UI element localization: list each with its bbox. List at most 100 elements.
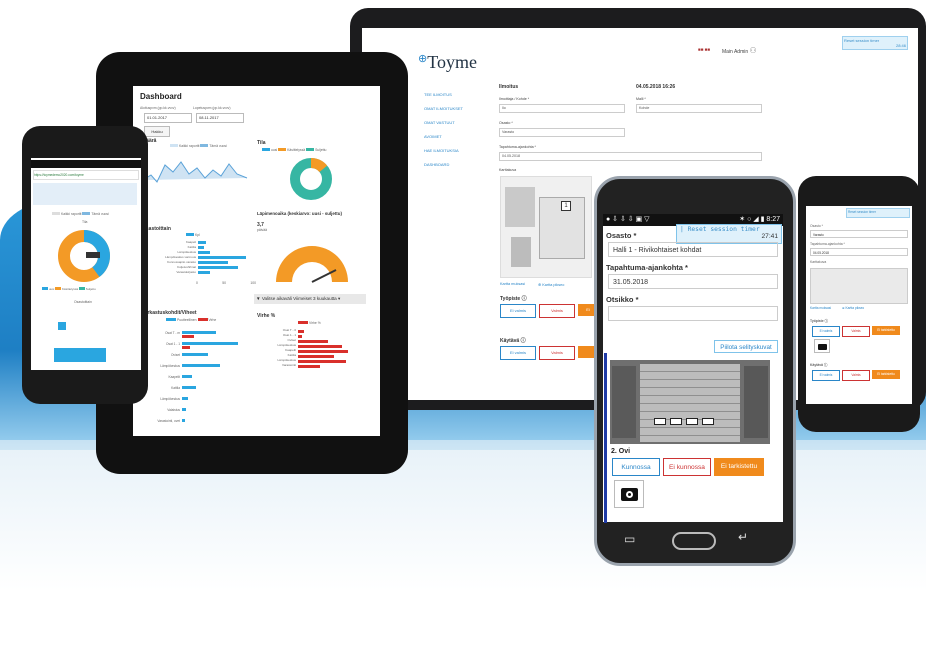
chart-legend: Puutteellinen Virhe xyxy=(166,318,216,322)
bar-title: Osastoittain xyxy=(74,300,92,304)
status-button[interactable]: Ei valmis xyxy=(500,304,536,318)
status-button[interactable]: Valmis xyxy=(842,326,870,337)
period-select[interactable]: ▼ Valitse aikaväli Viimeiset 3 kuukautta… xyxy=(254,294,366,304)
brand-name: Toyme xyxy=(427,52,477,72)
status-button[interactable]: Valmis xyxy=(842,370,870,381)
status-button[interactable]: Ei tarkistettu xyxy=(872,370,900,379)
field-input[interactable]: Varasto xyxy=(810,230,908,238)
field-input[interactable]: 04.05.2018 xyxy=(810,248,908,256)
home-button[interactable] xyxy=(672,532,716,550)
chart-title: Tila xyxy=(82,220,88,224)
field-input[interactable]: Ilo xyxy=(499,104,625,113)
language-flags[interactable]: ■■ ■■ xyxy=(698,47,710,52)
chart-legend: Kpl xyxy=(186,233,200,237)
not-checked-button[interactable]: Ei tarkistettu xyxy=(714,458,764,476)
line-chart xyxy=(143,161,248,183)
browser-url-bar[interactable]: https://toymedemo2020.com/toyme xyxy=(33,170,139,180)
nav-item[interactable]: DASHBOARD xyxy=(424,162,494,167)
bar xyxy=(198,266,238,269)
back-icon[interactable]: ↵ xyxy=(738,530,748,544)
map-button[interactable]: ⊕ Kartta pikseo xyxy=(842,306,864,310)
session-timer[interactable]: | Reset session timer 27:41 xyxy=(676,224,782,244)
ok-button[interactable]: Kunnossa xyxy=(612,458,660,476)
section-label: Työpiste ⓘ xyxy=(810,319,829,323)
nav-item[interactable]: OMAT VASTUUT xyxy=(424,120,494,125)
timer-value: 27:41 xyxy=(761,233,778,240)
pie-legend: uusi Käsittelyssä Suljettu xyxy=(42,287,96,291)
chart6-categories: Osat T - 0 Osat 1 - 1 Oviset Lämpökeskus Kaa… xyxy=(277,328,296,367)
field-label: Osasto * xyxy=(499,121,513,125)
field-label: Ilmoittaja / Kohde * xyxy=(499,97,530,101)
floor-map[interactable] xyxy=(810,268,908,304)
title-input[interactable] xyxy=(608,306,778,321)
field-label: Tapahtuma-ajankohta * xyxy=(499,145,536,149)
status-button[interactable]: Ei valmis xyxy=(500,346,536,360)
chart-legend: Kaikki raportit Tämä vuosi xyxy=(52,212,109,216)
status-button[interactable]: Ei tarkistettu xyxy=(872,326,900,335)
door-photo xyxy=(610,360,770,444)
hide-images-button[interactable]: Piilota selityskuvat xyxy=(714,340,778,353)
search-button[interactable]: Hakku xyxy=(144,126,170,137)
laptop-sidebar-nav: TEE ILMOITUS OMAT ILMOITUKSET OMAT VASTU… xyxy=(424,92,494,176)
chart-legend: Kaikki raportit Tämä vuosi xyxy=(170,144,227,148)
status-icons-left: ● ⇩ ⇩ ⇩ ▣ ▽ xyxy=(606,216,650,223)
nav-item[interactable]: HAE ILMOITUKSIA xyxy=(424,148,494,153)
recent-apps-icon[interactable]: ▭ xyxy=(624,532,635,546)
field-label: Osasto * xyxy=(810,224,824,228)
osasto-input[interactable]: Halli 1 - Rivikohtaiset kohdat xyxy=(608,242,778,257)
chart3-categories: Kaapeli Kattila Lämpökeskus Lämpökeskus var… xyxy=(165,240,196,274)
chart-legend: Virhe % xyxy=(298,321,321,325)
section-indicator xyxy=(604,353,607,523)
date-to-label: Lopetuspvm (pp.kk.vvvv) xyxy=(193,106,231,110)
date-from-input[interactable]: 01.01.2017 xyxy=(144,113,192,123)
date-input[interactable]: 31.05.2018 xyxy=(608,274,778,289)
logo-mark-icon: ⊕ xyxy=(418,53,428,65)
floor-map[interactable]: 1 xyxy=(500,176,592,278)
form-title: Ilmoitus xyxy=(499,84,519,90)
header-user[interactable]: Main Admin ⚇ xyxy=(722,46,757,55)
map-button[interactable]: ⊕ Kartta pikseo xyxy=(538,282,564,287)
phone-left-statusbar xyxy=(31,160,141,168)
status-button[interactable]: Ei valmis xyxy=(812,370,840,381)
section-label: Käytävä ⓘ xyxy=(810,363,828,367)
status-button[interactable]: Ei valmis xyxy=(812,326,840,337)
status-button[interactable]: Valmis xyxy=(539,304,575,318)
map-button[interactable]: Kartta muksasi xyxy=(810,306,831,310)
laptop-session-timer[interactable]: Reset session timer 28:46 xyxy=(842,36,908,50)
bar xyxy=(198,251,210,254)
date-to-input[interactable]: 08.11.2017 xyxy=(196,113,244,123)
nav-item[interactable]: AVOIMET xyxy=(424,134,494,139)
section-label: Työpiste ⓘ xyxy=(500,296,527,302)
bar xyxy=(198,256,246,259)
chart-title: Tarkastuskohdit/Viheet xyxy=(142,310,197,316)
field-input[interactable]: Kohde xyxy=(636,104,762,113)
laptop-timer-value: 28:46 xyxy=(895,43,906,48)
gauge-chart xyxy=(276,246,348,283)
camera-icon[interactable] xyxy=(814,339,830,353)
bar xyxy=(198,271,210,274)
session-timer[interactable]: Reset session timer xyxy=(846,208,910,218)
field-label: Tapahtuma-ajankohta * xyxy=(810,242,845,246)
user-icon: ⚇ xyxy=(749,46,757,55)
axis-ticks: 0 50 100 xyxy=(196,281,256,285)
brand-logo: ⊕Toyme xyxy=(418,52,477,73)
page-title: Dashboard xyxy=(140,92,182,101)
field-label: Karttakuva xyxy=(499,168,517,172)
date-label: Tapahtuma-ajankohta * xyxy=(606,263,688,272)
field-label: Malli * xyxy=(636,97,646,101)
donut-chart xyxy=(58,230,110,282)
status-button[interactable]: Valmis xyxy=(539,346,575,360)
form-date: 04.05.2018 16:26 xyxy=(636,84,676,90)
gauge-unit: päivää xyxy=(257,228,267,232)
nav-item[interactable]: OMAT ILMOITUKSET xyxy=(424,106,494,111)
donut-chart xyxy=(290,158,332,200)
nav-item[interactable]: TEE ILMOITUS xyxy=(424,92,494,97)
field-input[interactable]: Varasto xyxy=(499,128,625,137)
not-ok-button[interactable]: Ei kunnossa xyxy=(663,458,711,476)
map-button[interactable]: Kartta muksasi xyxy=(500,282,525,286)
field-input[interactable]: 04.05.2018 xyxy=(499,152,762,161)
bar xyxy=(198,241,206,244)
chart-title: Läpimenoaika (keskiarvo: uusi - suljettu… xyxy=(257,211,342,216)
camera-icon[interactable] xyxy=(614,480,644,508)
map-marker[interactable]: 1 xyxy=(561,201,571,211)
